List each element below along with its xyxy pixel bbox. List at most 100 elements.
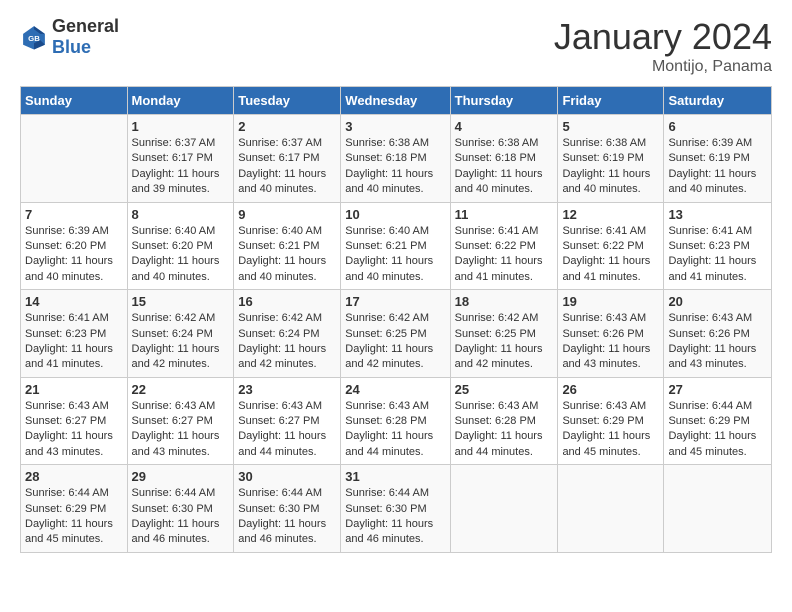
day-cell: 13 Sunrise: 6:41 AMSunset: 6:23 PMDayligh… [664,202,772,290]
day-cell: 2 Sunrise: 6:37 AMSunset: 6:17 PMDaylight… [234,115,341,203]
day-cell: 26 Sunrise: 6:43 AMSunset: 6:29 PMDayligh… [558,377,664,465]
page-subtitle: Montijo, Panama [554,58,772,76]
day-info: Sunrise: 6:39 AMSunset: 6:19 PMDaylight:… [668,136,767,198]
day-number: 10 [345,207,445,222]
page-title: January 2024 [554,16,772,58]
day-cell [450,465,558,553]
day-cell: 21 Sunrise: 6:43 AMSunset: 6:27 PMDayligh… [21,377,128,465]
day-cell: 31Sunrise: 6:44 AMSunset: 6:30 PMDayligh… [341,465,450,553]
day-cell [558,465,664,553]
day-info: Sunrise: 6:40 AMSunset: 6:20 PMDaylight:… [132,224,230,286]
day-cell: 5Sunrise: 6:38 AMSunset: 6:19 PMDaylight… [558,115,664,203]
day-info: Sunrise: 6:41 AMSunset: 6:22 PMDaylight:… [455,224,554,286]
day-info: Sunrise: 6:40 AMSunset: 6:21 PMDaylight:… [238,224,336,286]
svg-text:GB: GB [28,34,40,43]
day-info: Sunrise: 6:37 AMSunset: 6:17 PMDaylight:… [132,136,230,198]
day-number: 19 [562,294,659,309]
day-number: 21 [25,382,123,397]
day-number: 18 [455,294,554,309]
day-number: 7 [25,207,123,222]
day-info: Sunrise: 6:43 AMSunset: 6:27 PMDaylight:… [132,399,230,461]
day-info: Sunrise: 6:41 AMSunset: 6:22 PMDaylight:… [562,224,659,286]
day-info: Sunrise: 6:42 AMSunset: 6:25 PMDaylight:… [455,311,554,373]
day-cell: 20Sunrise: 6:43 AMSunset: 6:26 PMDayligh… [664,290,772,378]
day-info: Sunrise: 6:41 AMSunset: 6:23 PMDaylight:… [25,311,123,373]
column-header-saturday: Saturday [664,87,772,115]
day-info: Sunrise: 6:44 AMSunset: 6:29 PMDaylight:… [668,399,767,461]
day-cell: 9Sunrise: 6:40 AMSunset: 6:21 PMDaylight… [234,202,341,290]
logo-blue: Blue [52,37,91,57]
day-cell: 28Sunrise: 6:44 AMSunset: 6:29 PMDayligh… [21,465,128,553]
day-cell [664,465,772,553]
title-block: January 2024 Montijo, Panama [554,16,772,76]
day-info: Sunrise: 6:43 AMSunset: 6:27 PMDaylight:… [25,399,123,461]
day-info: Sunrise: 6:38 AMSunset: 6:19 PMDaylight:… [562,136,659,198]
day-info: Sunrise: 6:41 AMSunset: 6:23 PMDaylight:… [668,224,767,286]
column-header-sunday: Sunday [21,87,128,115]
day-number: 4 [455,119,554,134]
day-cell: 19 Sunrise: 6:43 AMSunset: 6:26 PMDayligh… [558,290,664,378]
week-row-1: 1 Sunrise: 6:37 AMSunset: 6:17 PMDaylight… [21,115,772,203]
day-cell: 4 Sunrise: 6:38 AMSunset: 6:18 PMDaylight… [450,115,558,203]
day-info: Sunrise: 6:38 AMSunset: 6:18 PMDaylight:… [345,136,445,198]
header-row: SundayMondayTuesdayWednesdayThursdayFrid… [21,87,772,115]
day-number: 27 [668,382,767,397]
day-cell: 10 Sunrise: 6:40 AMSunset: 6:21 PMDayligh… [341,202,450,290]
day-number: 1 [132,119,230,134]
day-number: 28 [25,469,123,484]
day-cell: 6 Sunrise: 6:39 AMSunset: 6:19 PMDaylight… [664,115,772,203]
column-header-tuesday: Tuesday [234,87,341,115]
day-cell: 11 Sunrise: 6:41 AMSunset: 6:22 PMDayligh… [450,202,558,290]
day-info: Sunrise: 6:39 AMSunset: 6:20 PMDaylight:… [25,224,123,286]
day-number: 25 [455,382,554,397]
day-number: 6 [668,119,767,134]
calendar-body: 1 Sunrise: 6:37 AMSunset: 6:17 PMDaylight… [21,115,772,553]
day-cell: 30Sunrise: 6:44 AMSunset: 6:30 PMDayligh… [234,465,341,553]
day-info: Sunrise: 6:43 AMSunset: 6:26 PMDaylight:… [668,311,767,373]
day-info: Sunrise: 6:43 AMSunset: 6:26 PMDaylight:… [562,311,659,373]
logo-general: General [52,16,119,36]
day-number: 22 [132,382,230,397]
day-cell: 24Sunrise: 6:43 AMSunset: 6:28 PMDayligh… [341,377,450,465]
day-cell: 8 Sunrise: 6:40 AMSunset: 6:20 PMDaylight… [127,202,234,290]
week-row-5: 28Sunrise: 6:44 AMSunset: 6:29 PMDayligh… [21,465,772,553]
day-number: 11 [455,207,554,222]
day-cell: 18 Sunrise: 6:42 AMSunset: 6:25 PMDayligh… [450,290,558,378]
day-cell: 14 Sunrise: 6:41 AMSunset: 6:23 PMDayligh… [21,290,128,378]
day-cell: 1 Sunrise: 6:37 AMSunset: 6:17 PMDaylight… [127,115,234,203]
day-cell: 23 Sunrise: 6:43 AMSunset: 6:27 PMDayligh… [234,377,341,465]
day-number: 8 [132,207,230,222]
day-cell: 16Sunrise: 6:42 AMSunset: 6:24 PMDayligh… [234,290,341,378]
day-info: Sunrise: 6:38 AMSunset: 6:18 PMDaylight:… [455,136,554,198]
day-number: 24 [345,382,445,397]
day-info: Sunrise: 6:42 AMSunset: 6:24 PMDaylight:… [238,311,336,373]
column-header-monday: Monday [127,87,234,115]
day-info: Sunrise: 6:40 AMSunset: 6:21 PMDaylight:… [345,224,445,286]
logo-text: General Blue [52,16,119,58]
day-cell: 27 Sunrise: 6:44 AMSunset: 6:29 PMDayligh… [664,377,772,465]
day-info: Sunrise: 6:42 AMSunset: 6:25 PMDaylight:… [345,311,445,373]
logo-icon: GB [20,23,48,51]
day-number: 14 [25,294,123,309]
column-header-wednesday: Wednesday [341,87,450,115]
day-cell: 22 Sunrise: 6:43 AMSunset: 6:27 PMDayligh… [127,377,234,465]
day-info: Sunrise: 6:37 AMSunset: 6:17 PMDaylight:… [238,136,336,198]
day-info: Sunrise: 6:42 AMSunset: 6:24 PMDaylight:… [132,311,230,373]
day-info: Sunrise: 6:43 AMSunset: 6:29 PMDaylight:… [562,399,659,461]
day-number: 23 [238,382,336,397]
day-number: 13 [668,207,767,222]
day-cell: 15Sunrise: 6:42 AMSunset: 6:24 PMDayligh… [127,290,234,378]
day-number: 2 [238,119,336,134]
day-number: 30 [238,469,336,484]
day-info: Sunrise: 6:43 AMSunset: 6:28 PMDaylight:… [455,399,554,461]
day-cell [21,115,128,203]
day-number: 31 [345,469,445,484]
calendar-table: SundayMondayTuesdayWednesdayThursdayFrid… [20,86,772,553]
page-header: GB General Blue January 2024 Montijo, Pa… [20,16,772,76]
day-number: 3 [345,119,445,134]
logo: GB General Blue [20,16,119,58]
day-number: 26 [562,382,659,397]
day-info: Sunrise: 6:43 AMSunset: 6:27 PMDaylight:… [238,399,336,461]
day-cell: 25 Sunrise: 6:43 AMSunset: 6:28 PMDayligh… [450,377,558,465]
day-cell: 3 Sunrise: 6:38 AMSunset: 6:18 PMDaylight… [341,115,450,203]
